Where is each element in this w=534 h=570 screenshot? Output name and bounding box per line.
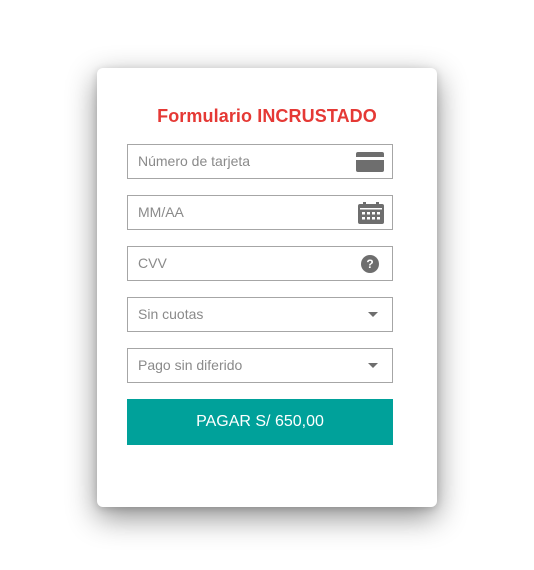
chevron-down-icon [368, 298, 378, 331]
deferred-payment-value: Pago sin diferido [138, 357, 243, 373]
deferred-payment-select[interactable]: Pago sin diferido [127, 348, 393, 383]
help-glyph: ? [366, 257, 373, 271]
expiry-placeholder: MM/AA [138, 204, 184, 220]
help-circle-icon[interactable]: ? [361, 247, 379, 280]
calendar-icon [358, 196, 384, 229]
credit-card-icon [356, 145, 384, 178]
pay-button[interactable]: PAGAR S/ 650,00 [127, 399, 393, 445]
form-title: Formulario INCRUSTADO [157, 106, 377, 126]
cvv-field[interactable]: CVV ? [127, 246, 393, 281]
card-number-field[interactable]: Número de tarjeta [127, 144, 393, 179]
expiry-field[interactable]: MM/AA [127, 195, 393, 230]
installments-value: Sin cuotas [138, 306, 204, 322]
cvv-placeholder: CVV [138, 255, 167, 271]
chevron-down-icon [368, 349, 378, 382]
payment-form-card: Formulario INCRUSTADO Número de tarjeta … [97, 68, 437, 507]
card-number-placeholder: Número de tarjeta [138, 153, 251, 169]
installments-select[interactable]: Sin cuotas [127, 297, 393, 332]
